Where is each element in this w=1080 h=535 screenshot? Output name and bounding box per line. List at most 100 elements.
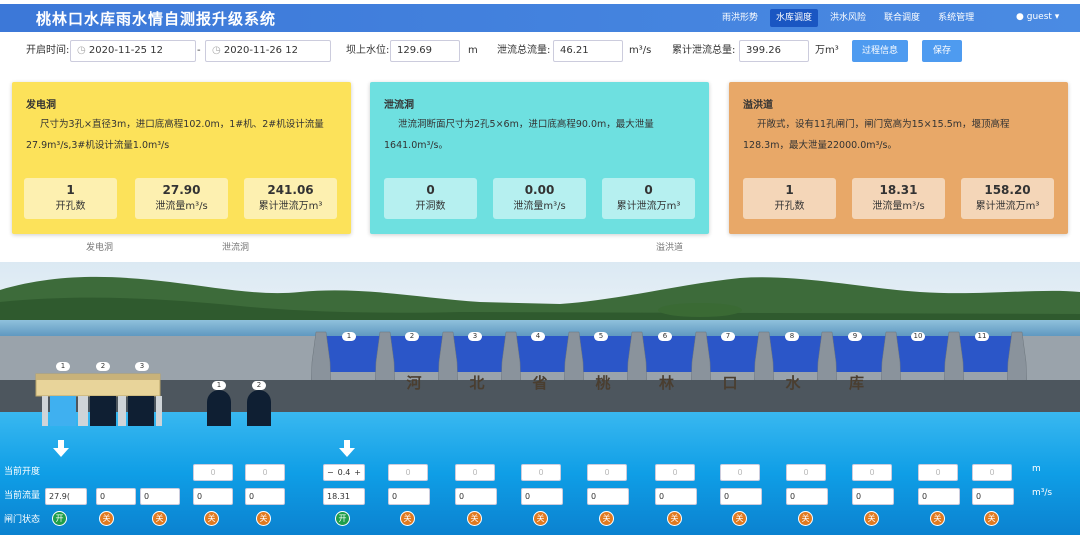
card-title: 溢洪道	[743, 100, 773, 111]
process-info-button[interactable]: 过程信息	[852, 40, 908, 62]
spillway-opening-input[interactable]: 0	[786, 464, 826, 481]
caption-discharge-tunnel: 泄流洞	[222, 243, 250, 253]
spillway-gate-state-toggle[interactable]: 关	[667, 511, 682, 526]
spillway-gate-state-toggle[interactable]: 关	[798, 511, 813, 526]
stat-flow: 18.31 泄流量m³/s	[852, 178, 945, 219]
app-header: 桃林口水库雨水情自测报升级系统 雨洪形势 水库调度 洪水风险 联合调度 系统管理…	[0, 4, 1080, 32]
tunnel-opening-input[interactable]: 0	[245, 464, 285, 481]
spillway-flow-input[interactable]: 0	[972, 488, 1014, 505]
spillway-gate-state-toggle[interactable]: 关	[599, 511, 614, 526]
card-description: 开敞式，设有11孔闸门，闸门宽高为15×15.5m，堰顶高程128.3m，最大泄…	[743, 119, 1010, 151]
start-time-label: 开启时间:	[26, 45, 70, 56]
water-level-input[interactable]: 129.69	[390, 40, 460, 62]
spillway-flow-input[interactable]: 0	[455, 488, 497, 505]
power-flow-input[interactable]: 0	[96, 488, 136, 505]
total-flow-label: 泄流总流量:	[497, 45, 551, 56]
tunnel-gate-state-toggle[interactable]: 关	[256, 511, 271, 526]
spillway-gate-state-toggle[interactable]: 关	[732, 511, 747, 526]
spillway-opening-input[interactable]: 0	[587, 464, 627, 481]
spillway-gate-state-toggle[interactable]: 关	[533, 511, 548, 526]
stat-cumulative: 0 累计泄流万m³	[602, 178, 695, 219]
nav-reservoir-dispatch[interactable]: 水库调度	[770, 9, 819, 27]
tunnel-flow-input[interactable]: 0	[245, 488, 285, 505]
stat-cumulative: 241.06 累计泄流万m³	[244, 178, 337, 219]
card-description: 泄流洞断面尺寸为2孔5×6m，进口底高程90.0m，最大泄量1641.0m³/s…	[384, 119, 654, 151]
power-gate-number: 2	[96, 362, 110, 371]
user-menu[interactable]: ● guest ▾	[1016, 12, 1059, 22]
nav-joint-dispatch[interactable]: 联合调度	[878, 9, 926, 27]
spillway-gate-state-toggle[interactable]: 关	[984, 511, 999, 526]
power-flow-input[interactable]: 0	[140, 488, 180, 505]
spillway-gate-state-toggle[interactable]: 开	[335, 511, 350, 526]
spillway-opening-input[interactable]: 0	[521, 464, 561, 481]
end-time-input[interactable]: ◷ 2020-11-26 12	[205, 40, 331, 62]
spillway-flow-input[interactable]: 0	[655, 488, 697, 505]
spillway-opening-input[interactable]: 0	[972, 464, 1012, 481]
spillway-opening-input[interactable]: 0	[720, 464, 760, 481]
spillway-gate-number: 3	[468, 332, 482, 341]
spillway-opening-input[interactable]: 0	[852, 464, 892, 481]
tunnel-gate-number: 2	[252, 381, 266, 390]
main-nav: 雨洪形势 水库调度 洪水风险 联合调度 系统管理	[716, 9, 980, 27]
stat-open-count: 1 开孔数	[743, 178, 836, 219]
spillway-opening-input[interactable]: 0	[655, 464, 695, 481]
power-flow-input[interactable]: 27.9(	[45, 488, 87, 505]
row-label-flow: 当前流量	[4, 491, 41, 501]
total-flow-input[interactable]: 46.21	[553, 40, 623, 62]
dam-name-char: 林	[659, 374, 675, 392]
water-level-label: 坝上水位:	[346, 45, 390, 56]
spillway-flow-input[interactable]: 0	[786, 488, 828, 505]
nav-rain-flood[interactable]: 雨洪形势	[716, 9, 764, 27]
spillway-flow-input[interactable]: 0	[918, 488, 960, 505]
tunnel-gate-state-toggle[interactable]: 关	[204, 511, 219, 526]
cumulative-flow-input[interactable]: 399.26	[739, 40, 809, 62]
spillway-opening-input[interactable]: 0	[388, 464, 428, 481]
tunnel-opening-input[interactable]: 0	[193, 464, 233, 481]
spillway-flow-input[interactable]: 0	[720, 488, 762, 505]
card-title: 泄流洞	[384, 100, 414, 111]
spillway-card: 溢洪道 开敞式，设有11孔闸门，闸门宽高为15×15.5m，堰顶高程128.3m…	[729, 82, 1068, 234]
nav-flood-risk[interactable]: 洪水风险	[824, 9, 872, 27]
stat-open-count: 1 开孔数	[24, 178, 117, 219]
power-gate-number: 3	[135, 362, 149, 371]
discharge-tunnel-card: 泄流洞 泄流洞断面尺寸为2孔5×6m，进口底高程90.0m，最大泄量1641.0…	[370, 82, 709, 234]
spillway-gate-number: 8	[785, 332, 799, 341]
power-gate-state-toggle[interactable]: 关	[99, 511, 114, 526]
spillway-flow-input[interactable]: 0	[587, 488, 629, 505]
start-time-value: 2020-11-25 12	[88, 45, 163, 56]
spillway-opening-input[interactable]: 0	[455, 464, 495, 481]
power-gate-number: 1	[56, 362, 70, 371]
spillway-flow-input[interactable]: 0	[852, 488, 894, 505]
decrement-button[interactable]: −	[327, 465, 334, 480]
save-button[interactable]: 保存	[922, 40, 962, 62]
dam-scene: 当前开度 当前流量 闸门状态 m m³/s 河 北 省 桃 林 口 水 库 1 2 3 4 5 6 7 8 9 1…	[0, 262, 1080, 535]
increment-button[interactable]: +	[354, 465, 361, 480]
spillway-gate-number: 7	[721, 332, 735, 341]
total-flow-unit: m³/s	[629, 45, 652, 56]
stat-flow: 27.90 泄流量m³/s	[135, 178, 228, 219]
nav-system-admin[interactable]: 系统管理	[932, 9, 980, 27]
power-gate-state-toggle[interactable]: 关	[152, 511, 167, 526]
row-label-opening: 当前开度	[4, 467, 41, 477]
spillway-flow-input[interactable]: 18.31	[323, 488, 365, 505]
card-title: 发电洞	[26, 100, 56, 111]
spillway-gate-state-toggle[interactable]: 关	[467, 511, 482, 526]
cumulative-flow-label: 累计泄流总量:	[672, 45, 736, 56]
user-icon: ●	[1016, 12, 1024, 22]
spillway-gate-state-toggle[interactable]: 关	[400, 511, 415, 526]
spillway-flow-input[interactable]: 0	[388, 488, 430, 505]
spillway-flow-input[interactable]: 0	[521, 488, 563, 505]
user-name: guest ▾	[1026, 12, 1060, 22]
card-description: 尺寸为3孔×直径3m，进口底高程102.0m，1#机、2#机设计流量27.9m³…	[26, 119, 324, 151]
caption-power-tunnel: 发电洞	[86, 243, 114, 253]
clock-icon: ◷	[212, 45, 221, 56]
power-gate-state-toggle[interactable]: 开	[52, 511, 67, 526]
spillway-gate-state-toggle[interactable]: 关	[930, 511, 945, 526]
tunnel-flow-input[interactable]: 0	[193, 488, 233, 505]
spillway-opening-stepper[interactable]: −0.4 +	[323, 464, 365, 481]
spillway-gate-state-toggle[interactable]: 关	[864, 511, 879, 526]
spillway-opening-input[interactable]: 0	[918, 464, 958, 481]
water-level-unit: m	[468, 45, 478, 56]
stat-cumulative: 158.20 累计泄流万m³	[961, 178, 1054, 219]
start-time-input[interactable]: ◷ 2020-11-25 12	[70, 40, 196, 62]
